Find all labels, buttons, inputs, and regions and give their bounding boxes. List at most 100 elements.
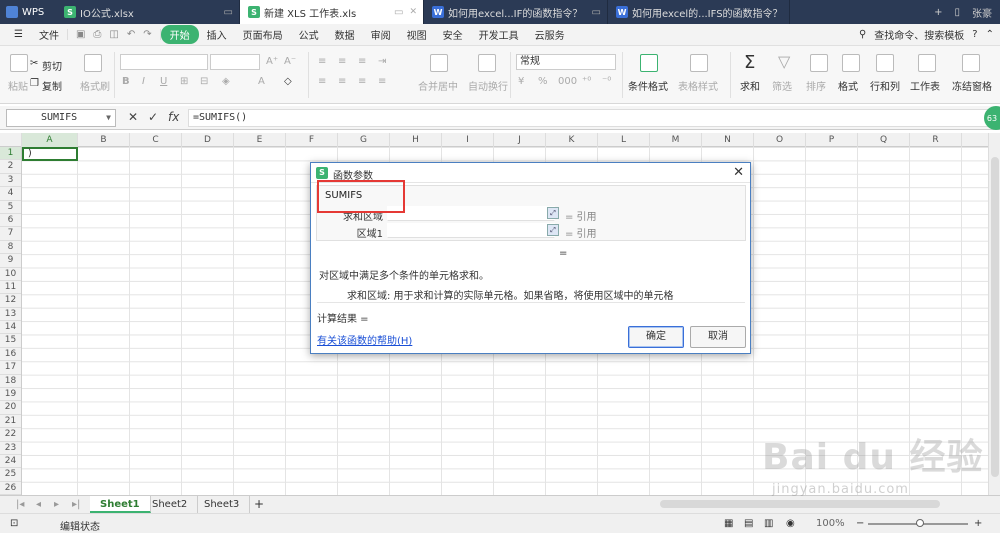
add-sheet-button[interactable]: + — [244, 496, 274, 513]
menu-formula[interactable]: 公式 — [291, 27, 327, 42]
row-header-13[interactable]: 13 — [0, 308, 21, 322]
new-tab-icon[interactable]: + — [934, 7, 942, 18]
underline-button[interactable]: U — [160, 76, 167, 87]
row-header-10[interactable]: 10 — [0, 268, 21, 281]
grow-font-icon[interactable]: A⁺ — [266, 56, 278, 67]
row-header-22[interactable]: 22 — [0, 428, 21, 442]
tab-doc-ifs[interactable]: W 如何用excel的...IFS的函数指令？ ▭ — [608, 0, 790, 24]
row-header-21[interactable]: 21 — [0, 415, 21, 429]
merge-center-icon[interactable] — [430, 54, 448, 72]
column-header-r[interactable]: R — [910, 133, 962, 147]
align-top-icon[interactable]: ≡ — [318, 56, 326, 67]
tab-new-xls[interactable]: S 新建 XLS 工作表.xls ▭ ✕ — [240, 0, 424, 24]
menu-file[interactable]: 文件 — [31, 27, 67, 42]
table-style-button[interactable]: 表格样式 — [678, 78, 718, 93]
worksheet-icon[interactable] — [918, 54, 936, 72]
column-header-j[interactable]: J — [494, 133, 546, 147]
help-icon[interactable]: ? — [972, 29, 977, 40]
worksheet-button[interactable]: 工作表 — [910, 78, 940, 93]
format-button[interactable]: 格式 — [838, 78, 858, 93]
brush-icon[interactable] — [84, 54, 102, 72]
percent-button[interactable]: % — [538, 76, 548, 87]
row-header-9[interactable]: 9 — [0, 254, 21, 268]
ok-button[interactable]: 确定 — [628, 326, 684, 348]
page-break-icon[interactable]: ▥ — [764, 518, 773, 529]
monitor-icon[interactable]: ▭ — [783, 7, 790, 18]
column-header-k[interactable]: K — [546, 133, 598, 147]
border-icon[interactable]: ⊞ — [180, 76, 188, 87]
row-header-24[interactable]: 24 — [0, 455, 21, 469]
hamburger-icon[interactable]: ☰ — [6, 29, 31, 40]
column-header-h[interactable]: H — [390, 133, 442, 147]
row-header-25[interactable]: 25 — [0, 468, 21, 482]
align-right-icon[interactable]: ≡ — [358, 76, 366, 87]
menu-view[interactable]: 视图 — [399, 27, 435, 42]
sum-range-input[interactable] — [387, 206, 555, 221]
row-header-7[interactable]: 7 — [0, 227, 21, 241]
align-bottom-icon[interactable]: ≡ — [358, 56, 366, 67]
column-header-o[interactable]: O — [754, 133, 806, 147]
sheet-tab-2[interactable]: Sheet2 — [142, 496, 199, 513]
command-search[interactable]: ⚲ 查找命令、搜索模板 ? ⌃ — [859, 27, 1000, 42]
column-header-i[interactable]: I — [442, 133, 494, 147]
collapse-dialog-icon[interactable]: ⤢ — [547, 224, 559, 236]
copy-icon[interactable]: ❐ — [30, 78, 39, 89]
last-sheet-icon[interactable]: ▸| — [62, 496, 90, 513]
scroll-thumb[interactable] — [991, 157, 999, 477]
monitor-icon[interactable]: ▭ — [218, 7, 233, 18]
page-layout-icon[interactable]: ▤ — [744, 518, 753, 529]
row-header-4[interactable]: 4 — [0, 187, 21, 201]
row-header-2[interactable]: 2 — [0, 160, 21, 174]
row-header-3[interactable]: 3 — [0, 174, 21, 188]
row-header-23[interactable]: 23 — [0, 442, 21, 455]
macro-icon[interactable]: ⊡ — [10, 518, 18, 529]
font-color-button[interactable]: A — [258, 76, 265, 87]
menu-data[interactable]: 数据 — [327, 27, 363, 42]
row-header-19[interactable]: 19 — [0, 388, 21, 402]
paste-icon[interactable] — [10, 54, 28, 72]
close-icon[interactable]: ✕ — [733, 165, 744, 180]
collapse-dialog-icon[interactable]: ⤢ — [547, 207, 559, 219]
menu-cloud[interactable]: 云服务 — [527, 27, 573, 42]
align-left-icon[interactable]: ≡ — [318, 76, 326, 87]
column-header-c[interactable]: C — [130, 133, 182, 147]
justify-icon[interactable]: ≡ — [378, 76, 386, 87]
align-middle-icon[interactable]: ≡ — [338, 56, 346, 67]
shrink-font-icon[interactable]: A⁻ — [284, 56, 296, 67]
row-header-20[interactable]: 20 — [0, 401, 21, 415]
window-icon[interactable]: ▯ — [954, 7, 960, 18]
formula-input[interactable]: =SUMIFS() — [188, 109, 988, 127]
row-col-button[interactable]: 行和列 — [870, 78, 900, 93]
decrease-decimal-icon[interactable]: ⁻⁰ — [602, 76, 611, 87]
cut-button[interactable]: 剪切 — [42, 58, 62, 73]
user-name[interactable]: 张豪 — [972, 5, 992, 20]
row-header-14[interactable]: 14 — [0, 321, 21, 335]
row-header-17[interactable]: 17 — [0, 361, 21, 375]
normal-view-icon[interactable]: ▦ — [724, 518, 733, 529]
wps-menu-button[interactable]: WPS — [0, 0, 56, 24]
menu-developer[interactable]: 开发工具 — [471, 27, 527, 42]
menu-page-layout[interactable]: 页面布局 — [235, 27, 291, 42]
column-header-e[interactable]: E — [234, 133, 286, 147]
row-header-8[interactable]: 8 — [0, 241, 21, 255]
column-header-f[interactable]: F — [286, 133, 338, 147]
row-header-6[interactable]: 6 — [0, 214, 21, 228]
column-header-q[interactable]: Q — [858, 133, 910, 147]
row-header-11[interactable]: 11 — [0, 281, 21, 295]
font-name-select[interactable] — [120, 54, 208, 70]
indent-icon[interactable]: ⇥ — [378, 56, 386, 67]
undo-icon[interactable]: ↶ — [127, 29, 135, 40]
filter-icon[interactable]: ▽ — [778, 52, 790, 71]
menu-review[interactable]: 审阅 — [363, 27, 399, 42]
monitor-icon[interactable]: ▭ — [388, 7, 403, 18]
chevron-down-icon[interactable]: ▼ — [106, 110, 111, 126]
number-format-select[interactable]: 常规 — [516, 54, 616, 70]
tab-doc-if[interactable]: W 如何用excel...IF的函数指令？ ▭ — [424, 0, 608, 24]
range1-input[interactable] — [387, 223, 555, 238]
column-header-l[interactable]: L — [598, 133, 650, 147]
font-size-select[interactable] — [210, 54, 260, 70]
format-painter-button[interactable]: 格式刷 — [80, 78, 110, 93]
column-header-d[interactable]: D — [182, 133, 234, 147]
sum-button[interactable]: 求和 — [740, 78, 760, 93]
cancel-button[interactable]: 取消 — [690, 326, 746, 348]
